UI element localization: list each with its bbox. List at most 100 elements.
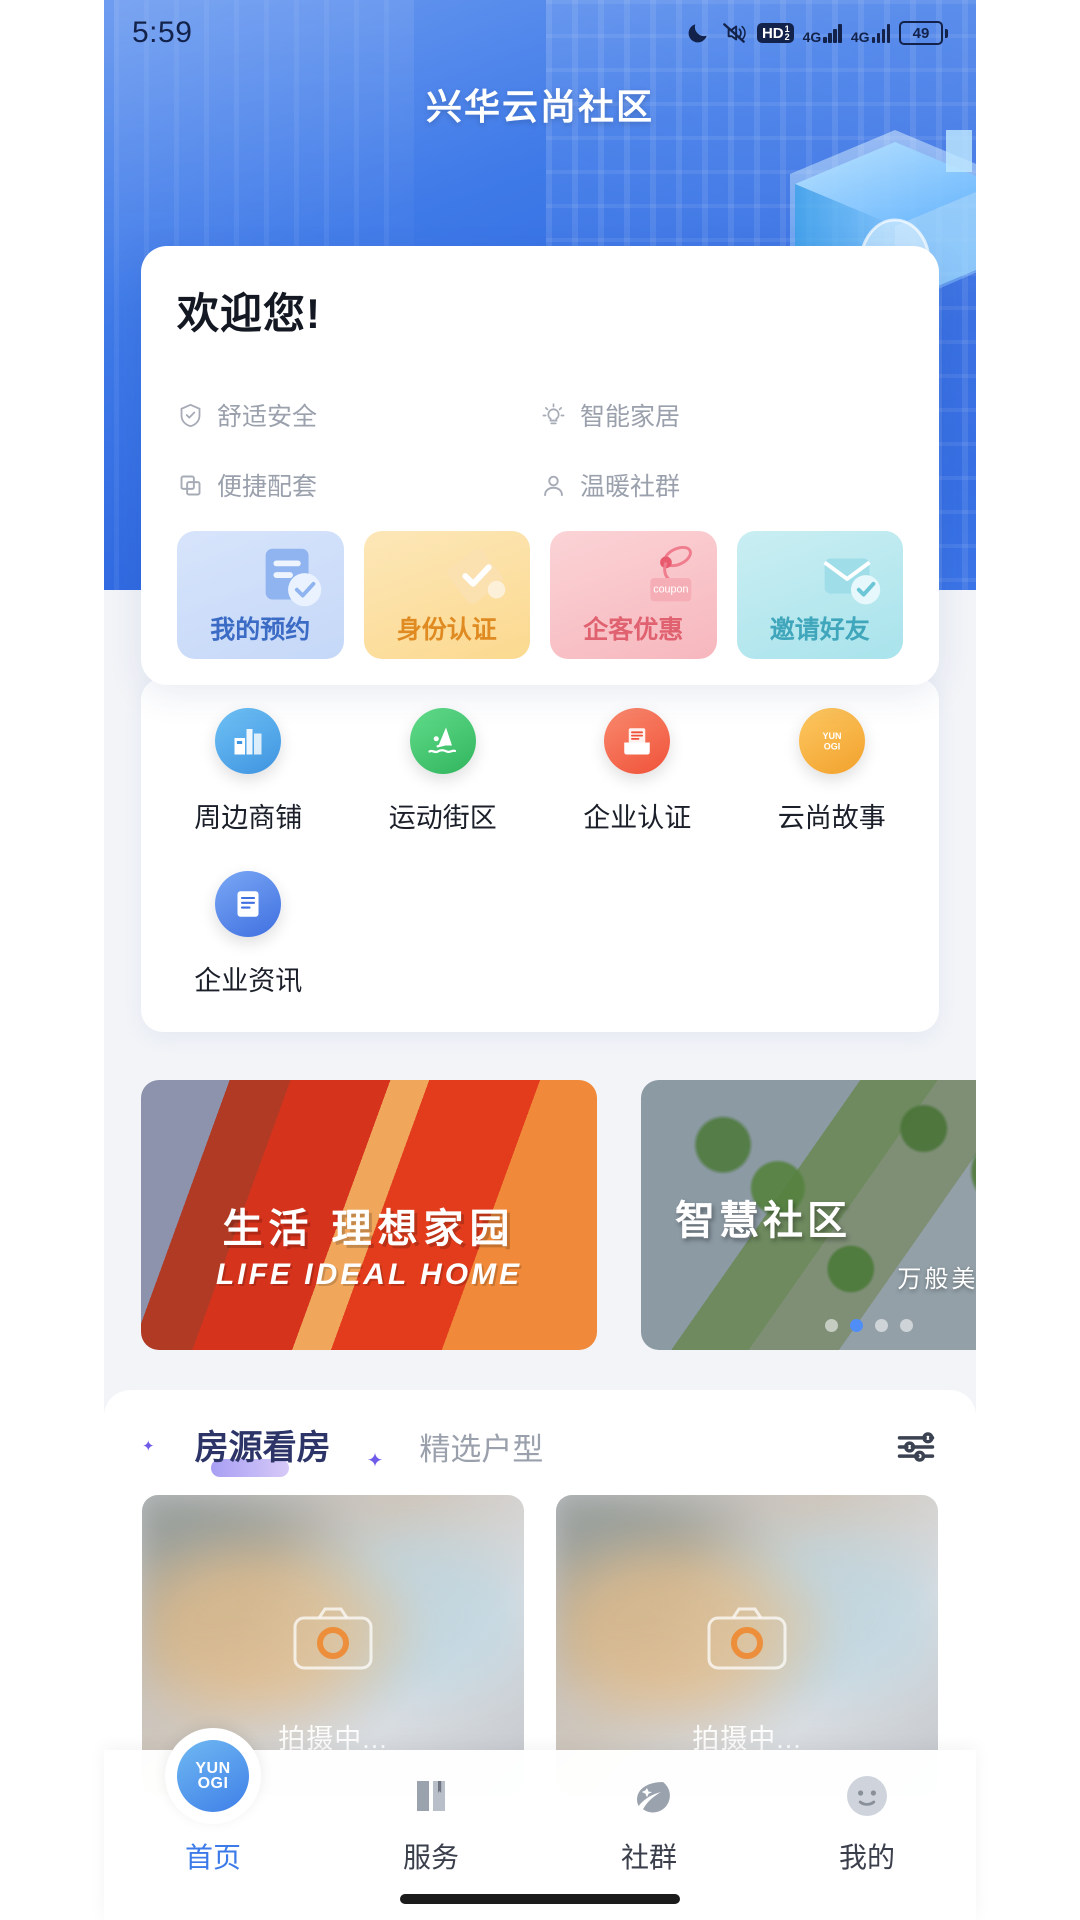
windsurf-icon <box>410 708 476 774</box>
service-item-yunshang-stories[interactable]: YUNOGI 云尚故事 <box>735 708 930 835</box>
page-title: 兴华云尚社区 <box>104 78 976 130</box>
feature-tag-community: 温暖社群 <box>540 467 903 503</box>
mute-icon <box>720 20 748 46</box>
quick-action-label: 我的预约 <box>210 610 310 646</box>
carousel-dot[interactable] <box>900 1319 913 1332</box>
shield-check-icon <box>177 402 204 429</box>
service-item-enterprise-cert[interactable]: 企业认证 <box>540 708 735 835</box>
yunshang-logo-icon: YUNOGI <box>177 1740 249 1812</box>
service-item-enterprise-news[interactable]: 企业资讯 <box>151 871 346 998</box>
shop-building-icon <box>215 708 281 774</box>
certificate-icon <box>604 708 670 774</box>
tab-listings[interactable]: 房源看房 <box>195 1420 331 1473</box>
news-document-icon <box>215 871 281 937</box>
service-item-label: 云尚故事 <box>778 796 886 835</box>
feature-tag-smart-home: 智能家居 <box>540 397 903 433</box>
feature-tag-label: 温暖社群 <box>580 467 680 503</box>
envelope-check-icon <box>811 539 889 617</box>
banner-title-en: LIFE IDEAL HOME <box>141 1258 597 1292</box>
banner-title-cn: 生活 理想家园 <box>141 1196 597 1254</box>
bezel-left <box>0 0 104 1920</box>
tab-featured-layouts[interactable]: 精选户型 <box>419 1424 543 1473</box>
profile-avatar-icon <box>839 1768 895 1824</box>
filter-sliders-icon[interactable] <box>894 1425 938 1469</box>
nav-item-label: 服务 <box>403 1836 459 1876</box>
banner-life-ideal-home[interactable]: 生活 理想家园 LIFE IDEAL HOME <box>141 1080 597 1350</box>
battery-icon: 49 <box>899 21 948 45</box>
nav-item-label: 首页 <box>185 1836 241 1876</box>
lightbulb-icon <box>540 402 567 429</box>
listing-header: ✦ 房源看房 ✦ 精选户型 <box>104 1390 976 1473</box>
service-item-label: 企业认证 <box>583 796 691 835</box>
copy-icon <box>177 472 204 499</box>
camera-icon <box>705 1604 789 1674</box>
service-item-label: 运动街区 <box>389 796 497 835</box>
carousel-dot[interactable] <box>875 1319 888 1332</box>
bezel-right <box>976 0 1080 1920</box>
quick-action-label: 邀请好友 <box>770 610 870 646</box>
tab-label: 房源看房 <box>195 1429 331 1467</box>
service-item-sports-district[interactable]: 运动街区 <box>346 708 541 835</box>
user-icon <box>540 472 567 499</box>
service-item-nearby-shops[interactable]: 周边商铺 <box>151 708 346 835</box>
banner-carousel: 生活 理想家园 LIFE IDEAL HOME 智慧社区 云 万般美好 焕新 <box>141 1080 979 1350</box>
banner-title-cn: 智慧社区 <box>675 1188 851 1246</box>
network-label-2: 4G <box>851 32 870 43</box>
quick-action-identity-verify[interactable]: 身份认证 <box>364 531 531 659</box>
feature-tag-safety: 舒适安全 <box>177 397 540 433</box>
hd-num-bottom: 2 <box>785 33 790 41</box>
service-item-label: 周边商铺 <box>194 796 302 835</box>
quick-action-label: 身份认证 <box>397 610 497 646</box>
app-screen: 5:59 HD 1 2 4G 4 <box>0 0 1080 1920</box>
signal-4g-icon-2: 4G <box>851 24 890 43</box>
welcome-title: 欢迎您! <box>177 280 903 341</box>
quick-action-row: 我的预约 身份认证 coupon 企客优惠 <box>177 531 903 659</box>
camera-icon <box>291 1604 375 1674</box>
status-icon-group: HD 1 2 4G 4G 49 <box>685 20 948 46</box>
tab-label: 精选户型 <box>419 1432 543 1467</box>
moon-icon <box>685 20 711 46</box>
feature-tag-label: 舒适安全 <box>217 397 317 433</box>
nav-item-services[interactable]: 服务 <box>322 1768 540 1876</box>
yunshang-logo-icon: YUNOGI <box>799 708 865 774</box>
service-item-label: 企业资讯 <box>194 959 302 998</box>
community-leaf-icon <box>621 1768 677 1824</box>
signal-4g-icon: 4G <box>803 24 842 43</box>
sparkle-icon-left: ✦ <box>142 1437 155 1455</box>
coupon-icon: coupon <box>625 539 703 617</box>
quick-action-label: 企客优惠 <box>583 610 683 646</box>
nav-item-community[interactable]: 社群 <box>540 1768 758 1876</box>
nav-home-button[interactable]: YUNOGI <box>165 1728 261 1824</box>
quick-action-my-appointments[interactable]: 我的预约 <box>177 531 344 659</box>
feature-tag-label: 便捷配套 <box>217 467 317 503</box>
sparkle-icon-right: ✦ <box>367 1448 384 1473</box>
nav-item-label: 社群 <box>621 1836 677 1876</box>
service-grid: 周边商铺 运动街区 企业认证 YUNOGI 云尚故事 <box>151 708 929 998</box>
network-label-1: 4G <box>803 32 822 43</box>
welcome-card: 欢迎您! 舒适安全 智能家居 便捷配套 <box>141 246 939 685</box>
nav-item-label: 我的 <box>839 1836 895 1876</box>
svg-text:YUN: YUN <box>822 731 841 741</box>
hd-label: HD <box>762 26 784 41</box>
svg-text:coupon: coupon <box>653 584 688 596</box>
carousel-dot-active[interactable] <box>850 1319 863 1332</box>
clipboard-check-icon <box>252 539 330 617</box>
home-indicator <box>400 1894 680 1904</box>
status-bar: 5:59 HD 1 2 4G 4 <box>104 0 976 66</box>
feature-tag-amenities: 便捷配套 <box>177 467 540 503</box>
service-grid-card: 周边商铺 运动街区 企业认证 YUNOGI 云尚故事 <box>141 678 939 1032</box>
feature-tag-label: 智能家居 <box>580 397 680 433</box>
hd-volte-icon: HD 1 2 <box>757 23 794 43</box>
listing-tabs: ✦ 房源看房 ✦ 精选户型 <box>142 1420 894 1473</box>
status-clock: 5:59 <box>132 16 192 50</box>
quick-action-corporate-offers[interactable]: coupon 企客优惠 <box>550 531 717 659</box>
battery-level: 49 <box>899 21 943 45</box>
nav-item-profile[interactable]: 我的 <box>758 1768 976 1876</box>
carousel-dot[interactable] <box>825 1319 838 1332</box>
svg-text:OGI: OGI <box>823 741 840 751</box>
nav-item-home[interactable]: YUNOGI 首页 <box>104 1768 322 1876</box>
quick-action-invite-friends[interactable]: 邀请好友 <box>737 531 904 659</box>
service-book-icon <box>403 1768 459 1824</box>
id-badge-icon <box>438 539 516 617</box>
feature-tag-grid: 舒适安全 智能家居 便捷配套 温暖社群 <box>177 397 903 503</box>
